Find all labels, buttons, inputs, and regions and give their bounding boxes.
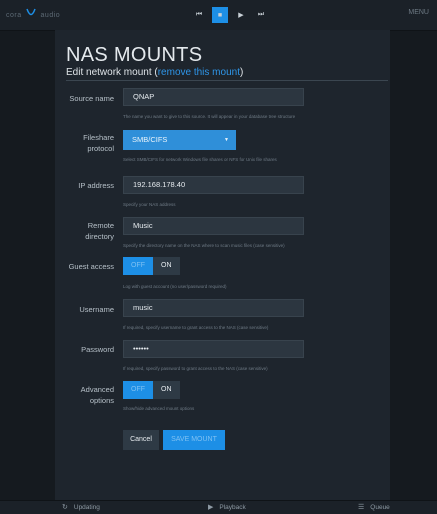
updating-status[interactable]: ↻ Updating bbox=[62, 503, 100, 512]
subtitle-prefix: Edit network mount ( bbox=[66, 67, 158, 78]
guest-access-help: Log with guest account (no user/password… bbox=[123, 284, 227, 289]
username-help: If required, specify username to grant a… bbox=[123, 325, 269, 330]
guest-access-on[interactable]: ON bbox=[153, 257, 180, 275]
source-name-input[interactable]: QNAP bbox=[123, 88, 304, 106]
fileshare-protocol-label: Fileshare protocol bbox=[58, 132, 114, 154]
remove-mount-link[interactable]: remove this mount bbox=[158, 67, 240, 78]
fileshare-protocol-help: Select SMB/CIFS for network Windows file… bbox=[123, 157, 277, 162]
page-subtitle: Edit network mount (remove this mount) bbox=[66, 67, 243, 78]
top-bar: cora audio ⏮ ■ ▶ ⏭ MENU bbox=[0, 0, 437, 31]
brand-logo[interactable]: cora audio bbox=[6, 8, 60, 20]
fileshare-protocol-select[interactable]: SMB/CIFS ▼ bbox=[123, 130, 236, 150]
subtitle-suffix: ) bbox=[239, 67, 244, 78]
brand-logo-icon bbox=[26, 8, 36, 16]
guest-access-toggle[interactable]: OFF ON bbox=[123, 257, 180, 275]
queue-label: Queue bbox=[370, 503, 390, 511]
fileshare-protocol-label-line1: Fileshare bbox=[83, 133, 114, 142]
advanced-options-label-line2: options bbox=[89, 396, 114, 405]
remote-directory-help: Specify the directory name on the NAS wh… bbox=[123, 243, 285, 248]
remote-directory-label-line1: Remote bbox=[87, 221, 114, 230]
next-icon: ⏭ bbox=[257, 11, 265, 18]
updating-label: Updating bbox=[73, 503, 100, 511]
brand-name-right: audio bbox=[40, 12, 61, 19]
play-button[interactable]: ▶ bbox=[234, 8, 248, 22]
save-mount-button[interactable]: SAVE MOUNT bbox=[163, 430, 225, 450]
play-icon: ▶ bbox=[238, 12, 244, 19]
chevron-down-icon: ▼ bbox=[224, 137, 229, 143]
play-icon: ▶ bbox=[208, 504, 214, 511]
username-input[interactable]: music bbox=[123, 299, 304, 317]
source-name-help: The name you want to give to this source… bbox=[123, 114, 296, 119]
refresh-icon: ↻ bbox=[62, 504, 68, 511]
guest-access-label: Guest access bbox=[68, 262, 114, 271]
previous-button[interactable]: ⏮ bbox=[192, 8, 206, 22]
playback-tab[interactable]: ▶ Playback bbox=[208, 503, 246, 512]
password-label: Password bbox=[81, 345, 114, 354]
bottom-bar: ↻ Updating ▶ Playback ☰ Queue bbox=[0, 500, 437, 514]
password-help: If required, specify password to grant a… bbox=[123, 366, 268, 371]
playback-label: Playback bbox=[219, 503, 246, 511]
previous-icon: ⏮ bbox=[195, 11, 203, 18]
stop-button[interactable]: ■ bbox=[212, 7, 228, 23]
queue-tab[interactable]: ☰ Queue bbox=[358, 503, 390, 512]
advanced-options-label-line1: Advanced bbox=[80, 385, 114, 394]
fileshare-protocol-label-line2: protocol bbox=[87, 144, 114, 153]
password-input[interactable]: •••••• bbox=[123, 340, 304, 358]
ip-address-label: IP address bbox=[78, 181, 114, 190]
list-icon: ☰ bbox=[358, 504, 365, 511]
cancel-button[interactable]: Cancel bbox=[123, 430, 159, 450]
advanced-options-help: Show/hide advanced mount options bbox=[123, 406, 195, 411]
menu-button[interactable]: MENU bbox=[408, 9, 429, 16]
guest-access-off[interactable]: OFF bbox=[123, 257, 153, 275]
advanced-options-label: Advanced options bbox=[58, 384, 114, 406]
ip-address-help: Specify your NAS address bbox=[123, 202, 176, 207]
advanced-options-toggle[interactable]: OFF ON bbox=[123, 381, 180, 399]
advanced-options-on[interactable]: ON bbox=[153, 381, 180, 399]
transport-controls: ⏮ ■ ▶ ⏭ bbox=[192, 7, 268, 23]
advanced-options-off[interactable]: OFF bbox=[123, 381, 153, 399]
brand-name-left: cora bbox=[6, 12, 22, 19]
next-button[interactable]: ⏭ bbox=[254, 8, 268, 22]
username-label: Username bbox=[79, 305, 114, 314]
page-title: NAS MOUNTS bbox=[66, 44, 203, 66]
source-name-label: Source name bbox=[69, 94, 114, 103]
title-divider bbox=[66, 80, 388, 81]
remote-directory-label-line2: directory bbox=[85, 232, 114, 241]
fileshare-protocol-value: SMB/CIFS bbox=[132, 135, 168, 144]
ip-address-input[interactable]: 192.168.178.40 bbox=[123, 176, 304, 194]
remote-directory-label: Remote directory bbox=[58, 220, 114, 242]
stop-icon: ■ bbox=[217, 11, 223, 19]
remote-directory-input[interactable]: Music bbox=[123, 217, 304, 235]
